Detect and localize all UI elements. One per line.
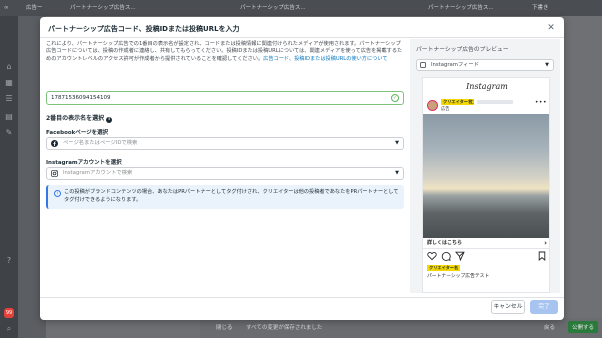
help-link[interactable]: 広告コード、投稿IDまたは投稿URLの使い方について [263, 56, 387, 62]
list-icon[interactable]: ☰ [4, 94, 14, 104]
check-icon: ✓ [391, 94, 399, 102]
notification-badge: 99 [4, 308, 14, 318]
instagram-logo: Instagram [466, 82, 508, 91]
divider [40, 37, 564, 38]
chevron-right-icon: › [544, 239, 547, 247]
notice-text: この投稿がブランドコンテンツの場合、あなたはPRパートナーとしてタグ付けされ、ク… [64, 189, 399, 203]
chevron-down-icon: ▼ [395, 170, 399, 176]
placement-select[interactable]: Instagramフィード ▼ [416, 59, 554, 71]
brand-content-notice: i この投稿がブランドコンテンツの場合、あなたはPRパートナーとしてタグ付けされ… [46, 185, 404, 209]
facebook-page-select[interactable]: ページ名またはページIDで検索 ▼ [46, 137, 404, 150]
saved-status: すべての変更が保存されました [246, 325, 323, 331]
home-icon[interactable]: ⌂ [4, 62, 14, 72]
left-sidebar: ⌂ ▦ ☰ ▤ ✎ ? 99 ⌕ [0, 16, 18, 338]
help-icon[interactable]: ? [4, 256, 14, 266]
chevron-down-icon: ▼ [545, 62, 549, 68]
comment-icon[interactable] [441, 251, 451, 261]
facebook-icon [51, 140, 58, 147]
meta-logo-icon: ∞ [4, 5, 9, 11]
post-caption: パートナーシップ広告テスト [427, 274, 490, 279]
post-actions [427, 251, 547, 263]
search-icon[interactable]: ⌕ [4, 324, 14, 334]
post-header: クリエイター名 と 広告 ••• [427, 98, 547, 114]
cta-bar[interactable]: 詳しくはこちら › [423, 238, 549, 249]
code-input[interactable]: 17871536094154109 ✓ [46, 91, 404, 105]
divider [40, 297, 564, 298]
partner-name-placeholder [477, 100, 513, 104]
heart-icon[interactable] [427, 251, 437, 261]
partnership-code-dialog: パートナーシップ広告コード、投稿IDまたは投稿URLを入力 ✕ これにより、パー… [40, 17, 564, 320]
bg-tab-4[interactable]: パートナーシップ広告ス... [428, 2, 494, 14]
close-editor-button[interactable]: 閉じる [216, 323, 233, 331]
dialog-title: パートナーシップ広告コード、投稿IDまたは投稿URLを入力 [48, 25, 240, 33]
draft-label: 下書き [532, 5, 549, 11]
ad-preview-panel: パートナーシップ広告のプレビュー Instagramフィード ▼ Instagr… [410, 39, 560, 293]
bg-tab-2[interactable]: パートナーシップ広告ス... [70, 2, 136, 14]
more-icon[interactable]: ••• [535, 99, 547, 106]
info-icon: i [54, 190, 61, 197]
facebook-page-placeholder: ページ名またはページIDで検索 [63, 140, 138, 146]
back-button[interactable]: 戻る [544, 323, 555, 331]
done-button[interactable]: 完了 [530, 300, 558, 314]
code-value: 17871536094154109 [51, 95, 111, 101]
cta-label: 詳しくはこちら [427, 240, 463, 246]
bg-tab-1[interactable]: 広告ー [26, 2, 43, 14]
instagram-account-select[interactable]: Instagramアカウントで検索 ▼ [46, 167, 404, 180]
publish-button[interactable]: 公開する [568, 321, 599, 333]
editor-bottombar: 閉じる すべての変更が保存されました 戻る 公開する [200, 318, 602, 338]
instagram-post-preview: Instagram クリエイター名 と 広告 ••• 詳しくはこちら › クリエ… [422, 77, 550, 293]
bg-tab-3[interactable]: パートナーシップ広告ス... [240, 2, 306, 14]
chevron-down-icon: ▼ [395, 140, 399, 146]
grid-icon[interactable]: ▦ [4, 78, 14, 88]
caption-creator-badge: クリエイター名 [427, 265, 461, 271]
partner-joiner: と [470, 100, 475, 105]
instagram-account-placeholder: Instagramアカウントで検索 [63, 170, 133, 176]
avatar [427, 100, 438, 111]
feed-icon [420, 62, 426, 68]
bookmark-icon[interactable] [537, 251, 547, 261]
browser-topbar: ∞ 広告ー パートナーシップ広告ス... パートナーシップ広告ス... パートナ… [0, 0, 602, 16]
dialog-description: これにより、パートナーシップ広告での1番目の表示名が設定され、コードまたは投稿情… [46, 41, 404, 63]
form-column: これにより、パートナーシップ広告での1番目の表示名が設定され、コードまたは投稿情… [46, 41, 406, 291]
post-image [423, 114, 549, 238]
instagram-icon [51, 170, 58, 177]
cancel-button[interactable]: キャンセル [491, 300, 525, 314]
facebook-page-label: Facebookページを選択 [46, 130, 109, 136]
placement-value: Instagramフィード [431, 62, 480, 68]
preview-title: パートナーシップ広告のプレビュー [416, 47, 509, 53]
sponsored-label: 広告 [441, 107, 450, 112]
chart-icon[interactable]: ▤ [4, 112, 14, 122]
second-name-title-text: 2番目の表示名を選択 [46, 115, 105, 122]
instagram-account-label: Instagramアカウントを選択 [46, 160, 122, 166]
second-name-title: 2番目の表示名を選択 i [46, 113, 113, 123]
close-icon[interactable]: ✕ [544, 21, 558, 35]
share-icon[interactable] [455, 251, 465, 261]
megaphone-icon[interactable]: ✎ [4, 128, 14, 138]
info-icon[interactable]: i [106, 117, 113, 123]
